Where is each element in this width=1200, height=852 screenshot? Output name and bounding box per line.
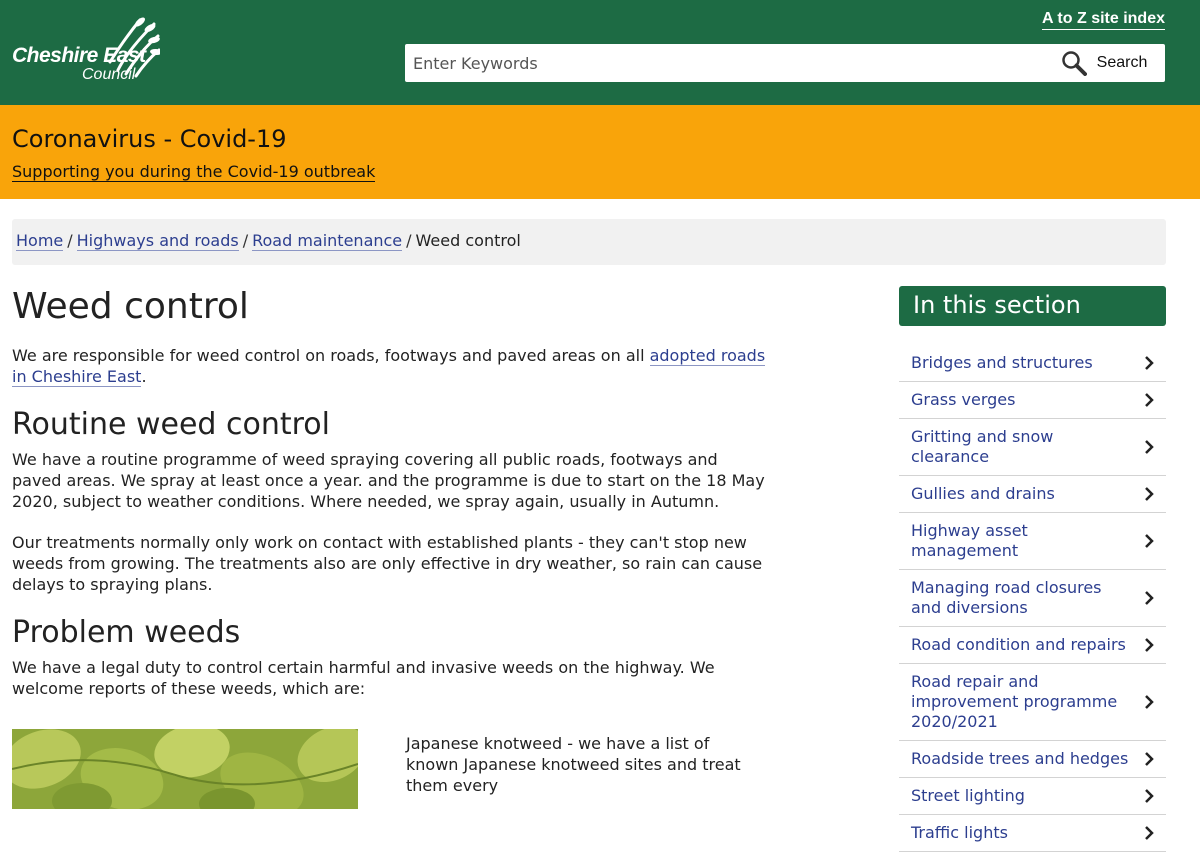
section-nav-item[interactable]: Highway asset management: [899, 513, 1166, 570]
section-nav-item[interactable]: Gullies and drains: [899, 476, 1166, 513]
section-nav-label: Road repair and improvement programme 20…: [911, 672, 1118, 731]
chevron-right-icon: [1145, 752, 1154, 766]
intro-paragraph: We are responsible for weed control on r…: [12, 345, 772, 387]
section-nav-label: Road condition and repairs: [911, 635, 1126, 654]
japanese-knotweed-block: Japanese knotweed - we have a list of kn…: [12, 719, 772, 809]
in-this-section-heading: In this section: [899, 286, 1166, 326]
problem-weeds-heading: Problem weeds: [12, 615, 241, 650]
routine-weed-control-heading: Routine weed control: [12, 407, 330, 442]
section-nav-item[interactable]: Street lighting: [899, 778, 1166, 815]
search-button-label: Search: [1096, 54, 1148, 71]
search-icon: [1061, 51, 1087, 76]
section-nav-label: Street lighting: [911, 786, 1025, 805]
logo-name: Cheshire East: [12, 44, 146, 67]
chevron-right-icon: [1145, 440, 1154, 454]
knotweed-photo: [12, 729, 358, 809]
section-nav-item[interactable]: Road condition and repairs: [899, 627, 1166, 664]
a-to-z-link[interactable]: A to Z site index: [1042, 10, 1165, 30]
section-nav-item[interactable]: Traffic lights: [899, 815, 1166, 852]
page-title: Weed control: [12, 286, 249, 327]
breadcrumb-separator: /: [406, 231, 412, 250]
breadcrumb-road-maintenance[interactable]: Road maintenance: [252, 231, 403, 251]
intro-end: .: [141, 367, 147, 386]
breadcrumb-home[interactable]: Home: [16, 231, 64, 251]
breadcrumb-separator: /: [242, 231, 249, 250]
alert-link[interactable]: Supporting you during the Covid-19 outbr…: [12, 162, 376, 182]
section-nav-label: Gritting and snow clearance: [911, 427, 1054, 466]
section-nav-item[interactable]: Roadside trees and hedges: [899, 741, 1166, 778]
chevron-right-icon: [1145, 356, 1154, 370]
breadcrumb: Home / Highways and roads / Road maintenance…: [12, 219, 1166, 265]
chevron-right-icon: [1145, 638, 1154, 652]
main-content: Weed control We are responsible for weed…: [12, 285, 772, 809]
intro-text: We are responsible for weed control on r…: [12, 346, 650, 365]
section-nav-item[interactable]: Gritting and snow clearance: [899, 419, 1166, 476]
routine-paragraph-2: Our treatments normally only work on con…: [12, 533, 763, 594]
search-button[interactable]: Search: [1043, 44, 1165, 82]
section-nav-item[interactable]: Road repair and improvement programme 20…: [899, 664, 1166, 741]
section-nav-label: Grass verges: [911, 390, 1016, 409]
chevron-right-icon: [1145, 695, 1154, 709]
chevron-right-icon: [1145, 534, 1154, 548]
knotweed-description: Japanese knotweed - we have a list of kn…: [406, 734, 741, 795]
routine-paragraph-1: We have a routine programme of weed spra…: [12, 450, 765, 511]
section-nav-list: Bridges and structures Grass verges Grit…: [899, 345, 1166, 852]
chevron-right-icon: [1145, 789, 1154, 803]
problem-weeds-paragraph: We have a legal duty to control certain …: [12, 658, 715, 698]
knotweed-leaves-image: [12, 729, 358, 809]
search-bar: Search: [405, 44, 1165, 82]
covid-alert-banner: Coronavirus - Covid-19 Supporting you du…: [0, 105, 1200, 199]
search-input[interactable]: [405, 44, 1035, 82]
chevron-right-icon: [1145, 826, 1154, 840]
breadcrumb-highways[interactable]: Highways and roads: [76, 231, 239, 251]
council-logo[interactable]: Cheshire East Council: [12, 14, 162, 84]
breadcrumb-current: Weed control: [415, 231, 521, 250]
chevron-right-icon: [1145, 487, 1154, 501]
section-nav-item[interactable]: Grass verges: [899, 382, 1166, 419]
section-nav-label: Roadside trees and hedges: [911, 749, 1129, 768]
alert-title: Coronavirus - Covid-19: [12, 125, 287, 153]
section-nav-item[interactable]: Bridges and structures: [899, 345, 1166, 382]
breadcrumb-separator: /: [67, 231, 73, 250]
section-nav-label: Gullies and drains: [911, 484, 1055, 503]
logo-subtitle: Council: [82, 66, 136, 83]
section-nav-label: Highway asset management: [911, 521, 1028, 560]
section-nav-label: Managing road closures and diversions: [911, 578, 1102, 617]
section-nav-label: Traffic lights: [911, 823, 1008, 842]
site-header: Cheshire East Council A to Z site index …: [0, 0, 1200, 105]
chevron-right-icon: [1145, 393, 1154, 407]
section-nav-item[interactable]: Managing road closures and diversions: [899, 570, 1166, 627]
section-nav-label: Bridges and structures: [911, 353, 1093, 372]
chevron-right-icon: [1145, 591, 1154, 605]
